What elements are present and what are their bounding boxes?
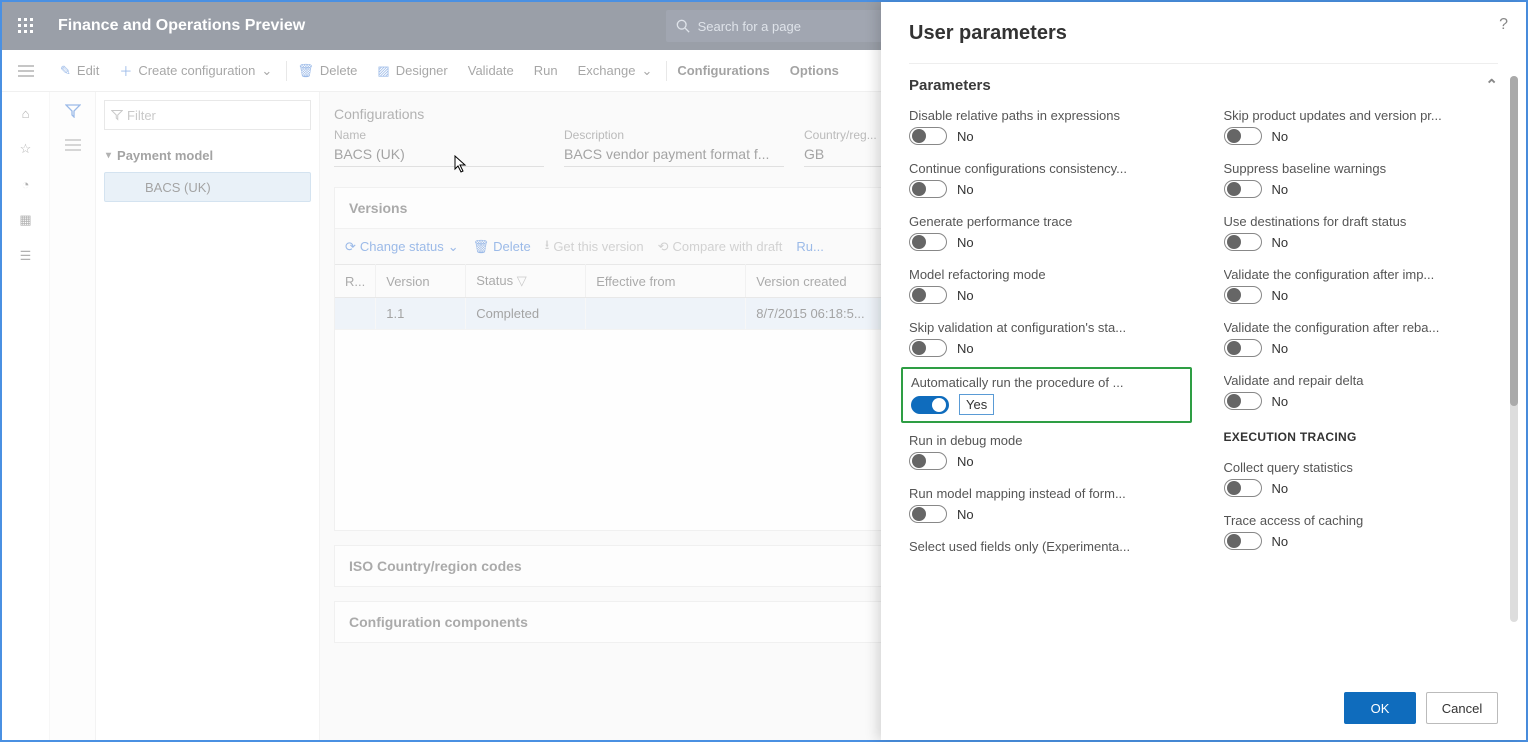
ok-button[interactable]: OK [1344,692,1416,724]
toggle-switch[interactable] [909,505,947,523]
toggle-value: No [957,182,974,197]
toggle-switch[interactable] [909,286,947,304]
parameter-label: Run model mapping instead of form... [909,486,1184,501]
toggle-value: No [1272,288,1289,303]
toggle-switch[interactable] [909,233,947,251]
parameter-label: Suppress baseline warnings [1224,161,1499,176]
parameter-label: Validate and repair delta [1224,373,1499,388]
toggle-value: No [1272,341,1289,356]
toggle-switch[interactable] [1224,127,1262,145]
toggle-value: No [1272,235,1289,250]
parameters-group-header[interactable]: Parameters⌃ [909,76,1498,94]
toggle-value: No [957,341,974,356]
toggle-value: No [1272,182,1289,197]
chevron-up-icon: ⌃ [1485,76,1498,94]
parameter-item: Generate performance trace No [909,214,1184,251]
parameter-label: Run in debug mode [909,433,1184,448]
toggle-switch[interactable] [1224,233,1262,251]
highlight-box: Automatically run the procedure of ... Ye… [901,367,1192,423]
parameter-item: Skip validation at configuration's sta..… [909,320,1184,357]
parameter-label: Model refactoring mode [909,267,1184,282]
parameter-item: Run model mapping instead of form... No [909,486,1184,523]
parameter-label: Trace access of caching [1224,513,1499,528]
parameter-label: Collect query statistics [1224,460,1499,475]
parameter-item: Automatically run the procedure of ... Ye… [909,373,1184,417]
toggle-switch[interactable] [1224,479,1262,497]
toggle-switch[interactable] [1224,392,1262,410]
toggle-value[interactable]: Yes [959,394,994,415]
parameter-item: Model refactoring mode No [909,267,1184,304]
parameter-item: Collect query statistics No [1224,460,1499,497]
toggle-value: No [1272,481,1289,496]
toggle-switch[interactable] [909,452,947,470]
toggle-value: No [1272,534,1289,549]
parameter-item: Suppress baseline warnings No [1224,161,1499,198]
toggle-switch[interactable] [909,180,947,198]
cancel-button[interactable]: Cancel [1426,692,1498,724]
parameter-label: Disable relative paths in expressions [909,108,1184,123]
parameter-item: Trace access of caching No [1224,513,1499,550]
parameter-label: Continue configurations consistency... [909,161,1184,176]
parameter-item: Validate and repair delta No [1224,373,1499,410]
parameter-label: Skip product updates and version pr... [1224,108,1499,123]
panel-title: User parameters [909,22,1498,45]
execution-tracing-subhead: EXECUTION TRACING [1224,430,1499,444]
toggle-switch[interactable] [909,127,947,145]
parameter-label: Validate the configuration after reba... [1224,320,1499,335]
toggle-switch[interactable] [1224,339,1262,357]
parameter-item: Use destinations for draft status No [1224,214,1499,251]
parameter-label: Select used fields only (Experimenta... [909,539,1184,554]
parameter-item: Disable relative paths in expressions No [909,108,1184,145]
modal-scrim [2,2,881,740]
parameter-item: Skip product updates and version pr... No [1224,108,1499,145]
parameter-label: Generate performance trace [909,214,1184,229]
scrollbar[interactable] [1510,76,1518,622]
toggle-value: No [957,507,974,522]
toggle-switch[interactable] [1224,286,1262,304]
parameter-label: Skip validation at configuration's sta..… [909,320,1184,335]
toggle-value: No [1272,129,1289,144]
toggle-switch[interactable] [1224,180,1262,198]
parameter-item: Validate the configuration after imp... N… [1224,267,1499,304]
toggle-value: No [957,288,974,303]
parameter-label: Validate the configuration after imp... [1224,267,1499,282]
toggle-switch[interactable] [911,396,949,414]
user-parameters-panel: User parameters ? Parameters⌃ Disable re… [881,2,1526,740]
toggle-value: No [1272,394,1289,409]
parameter-item: Select used fields only (Experimenta... [909,539,1184,558]
help-icon[interactable]: ? [1499,16,1508,34]
parameter-label: Use destinations for draft status [1224,214,1499,229]
toggle-value: No [957,129,974,144]
parameter-item: Validate the configuration after reba...… [1224,320,1499,357]
toggle-switch[interactable] [909,339,947,357]
parameter-item: Run in debug mode No [909,433,1184,470]
toggle-value: No [957,454,974,469]
toggle-switch[interactable] [1224,532,1262,550]
parameter-item: Continue configurations consistency... No [909,161,1184,198]
parameter-label: Automatically run the procedure of ... [911,375,1182,390]
toggle-value: No [957,235,974,250]
